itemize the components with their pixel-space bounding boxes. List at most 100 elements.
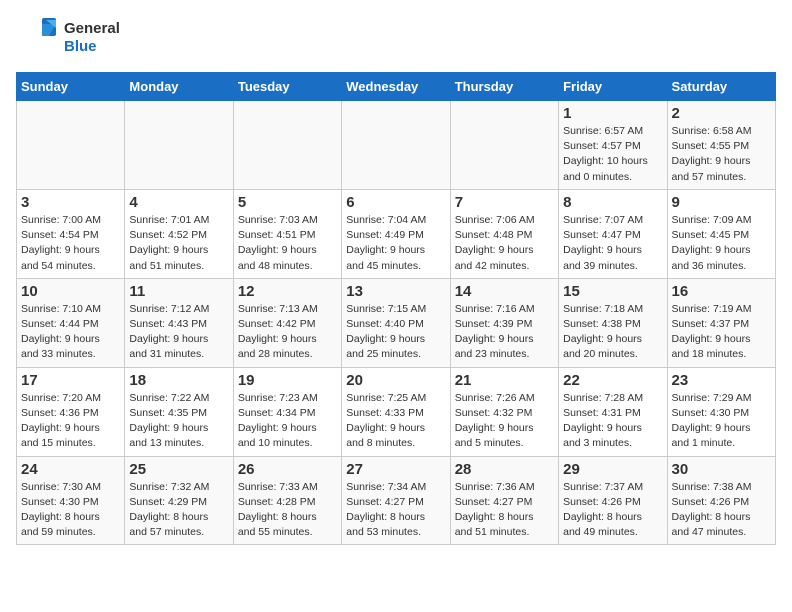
day-info: Sunrise: 7:25 AM Sunset: 4:33 PM Dayligh… bbox=[346, 391, 445, 452]
calendar-cell: 30 Sunrise: 7:38 AM Sunset: 4:26 PM Dayli… bbox=[667, 456, 775, 545]
calendar-cell: 14 Sunrise: 7:16 AM Sunset: 4:39 PM Dayli… bbox=[450, 278, 558, 367]
day-number: 16 bbox=[672, 283, 771, 300]
day-number: 13 bbox=[346, 283, 445, 300]
weekday-header-friday: Friday bbox=[559, 73, 667, 101]
calendar-cell: 29 Sunrise: 7:37 AM Sunset: 4:26 PM Dayli… bbox=[559, 456, 667, 545]
weekday-header-tuesday: Tuesday bbox=[233, 73, 341, 101]
day-info: Sunrise: 6:57 AM Sunset: 4:57 PM Dayligh… bbox=[563, 124, 662, 185]
logo-svg bbox=[16, 16, 60, 60]
logo: General Blue bbox=[16, 16, 120, 60]
day-info: Sunrise: 7:13 AM Sunset: 4:42 PM Dayligh… bbox=[238, 302, 337, 363]
day-number: 23 bbox=[672, 372, 771, 389]
weekday-header-thursday: Thursday bbox=[450, 73, 558, 101]
calendar-cell: 28 Sunrise: 7:36 AM Sunset: 4:27 PM Dayli… bbox=[450, 456, 558, 545]
day-number: 12 bbox=[238, 283, 337, 300]
day-number: 8 bbox=[563, 194, 662, 211]
calendar-cell bbox=[450, 101, 558, 190]
day-info: Sunrise: 6:58 AM Sunset: 4:55 PM Dayligh… bbox=[672, 124, 771, 185]
day-number: 5 bbox=[238, 194, 337, 211]
calendar-cell: 1 Sunrise: 6:57 AM Sunset: 4:57 PM Daylig… bbox=[559, 101, 667, 190]
day-number: 26 bbox=[238, 461, 337, 478]
day-info: Sunrise: 7:04 AM Sunset: 4:49 PM Dayligh… bbox=[346, 213, 445, 274]
day-number: 9 bbox=[672, 194, 771, 211]
calendar-cell: 24 Sunrise: 7:30 AM Sunset: 4:30 PM Dayli… bbox=[17, 456, 125, 545]
day-number: 1 bbox=[563, 105, 662, 122]
day-info: Sunrise: 7:36 AM Sunset: 4:27 PM Dayligh… bbox=[455, 480, 554, 541]
day-number: 11 bbox=[129, 283, 228, 300]
day-info: Sunrise: 7:37 AM Sunset: 4:26 PM Dayligh… bbox=[563, 480, 662, 541]
calendar-cell: 6 Sunrise: 7:04 AM Sunset: 4:49 PM Daylig… bbox=[342, 189, 450, 278]
calendar-cell: 25 Sunrise: 7:32 AM Sunset: 4:29 PM Dayli… bbox=[125, 456, 233, 545]
day-info: Sunrise: 7:22 AM Sunset: 4:35 PM Dayligh… bbox=[129, 391, 228, 452]
day-number: 4 bbox=[129, 194, 228, 211]
day-number: 22 bbox=[563, 372, 662, 389]
day-number: 15 bbox=[563, 283, 662, 300]
day-info: Sunrise: 7:10 AM Sunset: 4:44 PM Dayligh… bbox=[21, 302, 120, 363]
calendar-cell: 10 Sunrise: 7:10 AM Sunset: 4:44 PM Dayli… bbox=[17, 278, 125, 367]
calendar-cell: 4 Sunrise: 7:01 AM Sunset: 4:52 PM Daylig… bbox=[125, 189, 233, 278]
day-number: 18 bbox=[129, 372, 228, 389]
day-number: 21 bbox=[455, 372, 554, 389]
day-info: Sunrise: 7:12 AM Sunset: 4:43 PM Dayligh… bbox=[129, 302, 228, 363]
header: General Blue bbox=[16, 16, 776, 60]
day-number: 27 bbox=[346, 461, 445, 478]
day-info: Sunrise: 7:06 AM Sunset: 4:48 PM Dayligh… bbox=[455, 213, 554, 274]
day-info: Sunrise: 7:32 AM Sunset: 4:29 PM Dayligh… bbox=[129, 480, 228, 541]
weekday-header-wednesday: Wednesday bbox=[342, 73, 450, 101]
day-info: Sunrise: 7:38 AM Sunset: 4:26 PM Dayligh… bbox=[672, 480, 771, 541]
calendar-cell: 26 Sunrise: 7:33 AM Sunset: 4:28 PM Dayli… bbox=[233, 456, 341, 545]
day-info: Sunrise: 7:34 AM Sunset: 4:27 PM Dayligh… bbox=[346, 480, 445, 541]
day-info: Sunrise: 7:29 AM Sunset: 4:30 PM Dayligh… bbox=[672, 391, 771, 452]
calendar-cell: 20Sunrise: 7:25 AM Sunset: 4:33 PM Dayli… bbox=[342, 367, 450, 456]
day-info: Sunrise: 7:03 AM Sunset: 4:51 PM Dayligh… bbox=[238, 213, 337, 274]
calendar-cell: 17Sunrise: 7:20 AM Sunset: 4:36 PM Dayli… bbox=[17, 367, 125, 456]
calendar-cell: 22 Sunrise: 7:28 AM Sunset: 4:31 PM Dayli… bbox=[559, 367, 667, 456]
calendar-cell bbox=[17, 101, 125, 190]
calendar-cell: 18 Sunrise: 7:22 AM Sunset: 4:35 PM Dayli… bbox=[125, 367, 233, 456]
day-info: Sunrise: 7:18 AM Sunset: 4:38 PM Dayligh… bbox=[563, 302, 662, 363]
day-info: Sunrise: 7:16 AM Sunset: 4:39 PM Dayligh… bbox=[455, 302, 554, 363]
day-number: 29 bbox=[563, 461, 662, 478]
day-number: 24 bbox=[21, 461, 120, 478]
calendar-cell: 23 Sunrise: 7:29 AM Sunset: 4:30 PM Dayli… bbox=[667, 367, 775, 456]
day-number: 6 bbox=[346, 194, 445, 211]
day-info: Sunrise: 7:00 AM Sunset: 4:54 PM Dayligh… bbox=[21, 213, 120, 274]
day-info: Sunrise: 7:30 AM Sunset: 4:30 PM Dayligh… bbox=[21, 480, 120, 541]
calendar-table: SundayMondayTuesdayWednesdayThursdayFrid… bbox=[16, 72, 776, 545]
day-number: 7 bbox=[455, 194, 554, 211]
day-info: Sunrise: 7:28 AM Sunset: 4:31 PM Dayligh… bbox=[563, 391, 662, 452]
weekday-header-sunday: Sunday bbox=[17, 73, 125, 101]
day-info: Sunrise: 7:26 AM Sunset: 4:32 PM Dayligh… bbox=[455, 391, 554, 452]
calendar-cell: 16Sunrise: 7:19 AM Sunset: 4:37 PM Dayli… bbox=[667, 278, 775, 367]
calendar-cell: 13 Sunrise: 7:15 AM Sunset: 4:40 PM Dayli… bbox=[342, 278, 450, 367]
calendar-cell: 2 Sunrise: 6:58 AM Sunset: 4:55 PM Daylig… bbox=[667, 101, 775, 190]
calendar-cell: 19Sunrise: 7:23 AM Sunset: 4:34 PM Dayli… bbox=[233, 367, 341, 456]
calendar-cell bbox=[125, 101, 233, 190]
calendar-cell: 5 Sunrise: 7:03 AM Sunset: 4:51 PM Daylig… bbox=[233, 189, 341, 278]
day-info: Sunrise: 7:09 AM Sunset: 4:45 PM Dayligh… bbox=[672, 213, 771, 274]
day-number: 10 bbox=[21, 283, 120, 300]
calendar-cell: 27 Sunrise: 7:34 AM Sunset: 4:27 PM Dayli… bbox=[342, 456, 450, 545]
day-number: 28 bbox=[455, 461, 554, 478]
day-number: 14 bbox=[455, 283, 554, 300]
weekday-header-saturday: Saturday bbox=[667, 73, 775, 101]
calendar-cell: 11 Sunrise: 7:12 AM Sunset: 4:43 PM Dayli… bbox=[125, 278, 233, 367]
calendar-cell: 7 Sunrise: 7:06 AM Sunset: 4:48 PM Daylig… bbox=[450, 189, 558, 278]
calendar-cell: 9 Sunrise: 7:09 AM Sunset: 4:45 PM Daylig… bbox=[667, 189, 775, 278]
calendar-cell: 15 Sunrise: 7:18 AM Sunset: 4:38 PM Dayli… bbox=[559, 278, 667, 367]
day-info: Sunrise: 7:01 AM Sunset: 4:52 PM Dayligh… bbox=[129, 213, 228, 274]
calendar-cell: 3 Sunrise: 7:00 AM Sunset: 4:54 PM Daylig… bbox=[17, 189, 125, 278]
day-number: 3 bbox=[21, 194, 120, 211]
calendar-cell bbox=[342, 101, 450, 190]
weekday-header-monday: Monday bbox=[125, 73, 233, 101]
day-number: 25 bbox=[129, 461, 228, 478]
calendar-cell: 8Sunrise: 7:07 AM Sunset: 4:47 PM Daylig… bbox=[559, 189, 667, 278]
calendar-cell: 21 Sunrise: 7:26 AM Sunset: 4:32 PM Dayli… bbox=[450, 367, 558, 456]
calendar-cell: 12 Sunrise: 7:13 AM Sunset: 4:42 PM Dayli… bbox=[233, 278, 341, 367]
calendar-cell bbox=[233, 101, 341, 190]
day-info: Sunrise: 7:33 AM Sunset: 4:28 PM Dayligh… bbox=[238, 480, 337, 541]
day-number: 2 bbox=[672, 105, 771, 122]
day-info: Sunrise: 7:15 AM Sunset: 4:40 PM Dayligh… bbox=[346, 302, 445, 363]
day-number: 19 bbox=[238, 372, 337, 389]
day-number: 30 bbox=[672, 461, 771, 478]
